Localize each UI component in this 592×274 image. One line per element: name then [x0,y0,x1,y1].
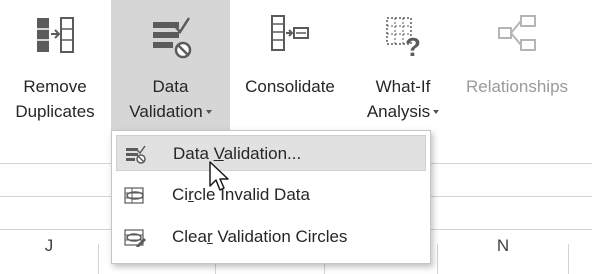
data-validation-icon [126,145,146,164]
what-if-analysis-icon: ? [386,17,421,62]
what-if-analysis-button[interactable]: ? What-If Analysis [357,0,449,130]
relationships-label: Relationships [465,77,569,96]
column-header-n[interactable]: N [438,236,568,274]
svg-text:?: ? [405,32,421,62]
remove-duplicates-label-1: Remove [23,77,87,96]
menu-item-circle-invalid-data[interactable]: Circle Invalid Data [116,177,426,213]
menu-label-post: Validation Circles [212,227,348,246]
consolidate-button[interactable]: Consolidate [231,0,349,130]
menu-item-clear-validation-circles[interactable]: Clear Validation Circles [116,219,426,255]
relationships-icon [498,15,536,51]
data-validation-label-2: Validation [129,102,203,121]
consolidate-label: Consolidate [245,77,335,96]
circle-invalid-data-icon [124,187,144,204]
mouse-cursor-icon [209,161,229,191]
menu-label-post: alidation... [223,144,302,163]
data-validation-icon [152,17,191,59]
column-header-j[interactable]: J [0,236,98,274]
data-validation-label-1: Data [152,77,189,96]
remove-duplicates-icon [37,17,74,53]
dropdown-caret-icon [205,109,212,114]
data-validation-dropdown-menu: Data Validation... Circle Invalid Data C… [111,130,431,264]
menu-item-data-validation[interactable]: Data Validation... [116,135,426,171]
menu-label-pre: Ci [172,185,189,204]
dropdown-caret-icon [433,109,440,114]
consolidate-icon [271,15,309,51]
relationships-button: Relationships [450,0,584,130]
what-if-analysis-label-1: What-If [375,77,431,96]
data-validation-button[interactable]: Data Validation [111,0,230,130]
remove-duplicates-button[interactable]: Remove Duplicates [0,0,110,130]
menu-label-pre: Clea [172,227,207,246]
clear-validation-circles-icon [124,229,146,247]
column-separator [568,244,569,274]
data-tools-ribbon-group: Remove Duplicates Data Validation Consol… [0,0,592,130]
remove-duplicates-label-2: Duplicates [15,102,95,121]
what-if-analysis-label-2: Analysis [366,102,431,121]
